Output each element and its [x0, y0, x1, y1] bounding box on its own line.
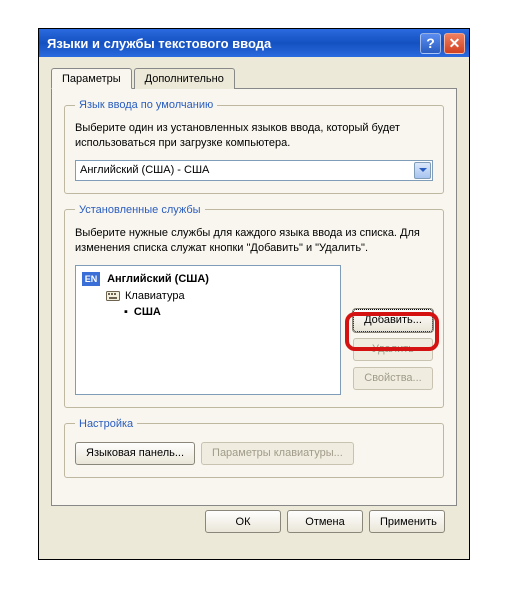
tab-strip: Параметры Дополнительно: [51, 68, 457, 89]
default-lang-combo[interactable]: Английский (США) - США: [75, 160, 433, 181]
default-lang-value: Английский (США) - США: [80, 164, 209, 176]
fieldset-installed: Установленные службы Выберите нужные слу…: [64, 204, 444, 408]
chevron-down-icon[interactable]: [414, 162, 431, 179]
titlebar[interactable]: Языки и службы текстового ввода ? ✕: [39, 29, 469, 57]
tree-language-row[interactable]: EN Английский (США): [82, 272, 334, 286]
tree-keyboard-row[interactable]: Клавиатура: [106, 290, 334, 302]
titlebar-buttons: ? ✕: [420, 33, 465, 54]
tab-panel: Язык ввода по умолчанию Выберите один из…: [51, 88, 457, 506]
keyboard-icon: [106, 291, 120, 301]
default-lang-desc: Выберите один из установленных языков вв…: [75, 121, 433, 152]
ok-button[interactable]: ОК: [205, 510, 281, 533]
legend-settings: Настройка: [75, 418, 137, 430]
remove-button: Удалить: [353, 338, 433, 361]
legend-installed: Установленные службы: [75, 204, 205, 216]
legend-default-lang: Язык ввода по умолчанию: [75, 99, 217, 111]
tree-layout[interactable]: США: [124, 306, 334, 318]
tree-lang-name: Английский (США): [107, 272, 209, 284]
tree-keyboard-label: Клавиатура: [125, 290, 185, 302]
dialog-buttons: ОК Отмена Применить: [51, 506, 457, 533]
installed-desc: Выберите нужные службы для каждого языка…: [75, 226, 433, 257]
side-buttons: Добавить... Удалить Свойства...: [353, 309, 433, 390]
cancel-button[interactable]: Отмена: [287, 510, 363, 533]
window-title: Языки и службы текстового ввода: [47, 36, 420, 51]
help-button[interactable]: ?: [420, 33, 441, 54]
add-button[interactable]: Добавить...: [353, 309, 433, 332]
lang-badge-icon: EN: [82, 272, 100, 286]
fieldset-default-lang: Язык ввода по умолчанию Выберите один из…: [64, 99, 444, 194]
kb-params-button: Параметры клавиатуры...: [201, 442, 354, 465]
tab-advanced[interactable]: Дополнительно: [134, 68, 235, 89]
lang-panel-button[interactable]: Языковая панель...: [75, 442, 195, 465]
properties-button: Свойства...: [353, 367, 433, 390]
apply-button[interactable]: Применить: [369, 510, 445, 533]
fieldset-settings: Настройка Языковая панель... Параметры к…: [64, 418, 444, 478]
services-listbox[interactable]: EN Английский (США): [75, 265, 341, 395]
tab-parameters[interactable]: Параметры: [51, 68, 132, 89]
close-button[interactable]: ✕: [444, 33, 465, 54]
dialog-window: Языки и службы текстового ввода ? ✕ Пара…: [38, 28, 470, 560]
dialog-body: Параметры Дополнительно Язык ввода по ум…: [39, 57, 469, 545]
settings-row: Языковая панель... Параметры клавиатуры.…: [75, 442, 433, 465]
